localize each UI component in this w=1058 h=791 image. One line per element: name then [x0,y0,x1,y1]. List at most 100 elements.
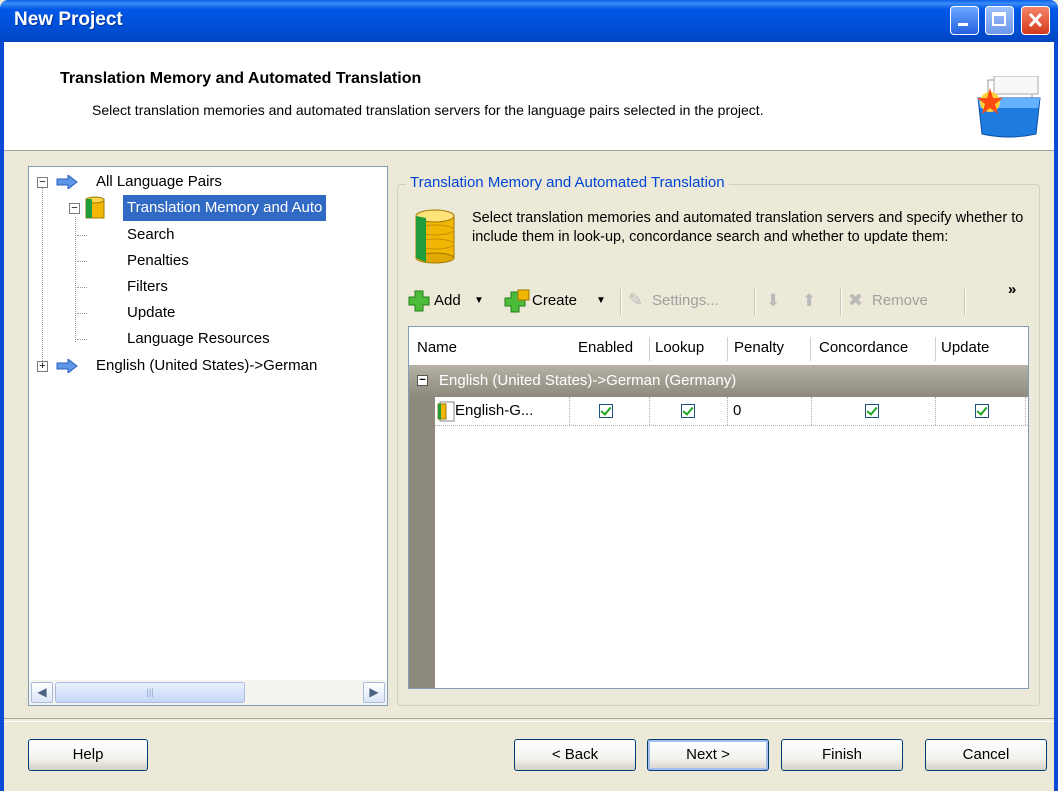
tree-connector [77,313,87,314]
footer-divider [4,718,1054,722]
grid-group-row[interactable]: − English (United States)->German (Germa… [409,365,1028,397]
minimize-icon [958,23,968,26]
cell-separator [649,397,650,425]
column-separator [935,337,936,361]
expand-icon[interactable]: + [37,361,48,372]
cell-penalty[interactable]: 0 [733,397,741,425]
create-button[interactable]: Create ▼ [504,285,616,317]
toolbar-separator [840,289,842,315]
page-title: Translation Memory and Automated Transla… [60,70,422,87]
back-button[interactable]: < Back [514,739,636,771]
cancel-button[interactable]: Cancel [925,739,1047,771]
groupbox-title: Translation Memory and Automated Transla… [406,174,729,191]
tree-item-label: Penalties [127,252,189,269]
group-label: English (United States)->German (Germany… [439,372,737,389]
arrow-right-icon [56,359,78,373]
window-border-left [0,42,4,791]
cell-separator [569,397,570,425]
wizard-header: Translation Memory and Automated Transla… [0,42,1058,151]
cell-separator [935,397,936,425]
tree-item-label: All Language Pairs [96,173,222,190]
arrow-up-icon: ⬆ [802,291,817,310]
window-border-right [1054,42,1058,791]
new-project-icon [977,76,1041,138]
create-label: Create [532,292,578,309]
tree-connector [77,339,87,340]
table-row[interactable]: English-G... 0 [435,397,1028,426]
toolbar-overflow-button[interactable]: » [1008,281,1016,298]
lookup-checkbox[interactable] [681,404,695,418]
tree-item-label: Filters [127,278,168,295]
column-header-update[interactable]: Update [941,335,989,361]
column-header-name[interactable]: Name [417,335,457,361]
new-project-window: New Project Translation Memory and Autom… [0,0,1058,791]
add-label: Add [434,292,461,309]
column-header-concordance[interactable]: Concordance [819,335,908,361]
column-separator [810,337,811,361]
title-bar[interactable]: New Project [0,0,1058,42]
settings-tree[interactable]: − All Language Pairs − Translation Memor… [28,166,388,706]
tree-connector [77,235,87,236]
tree-item-label: Update [127,304,176,321]
concordance-checkbox[interactable] [865,404,879,418]
tree-horizontal-scrollbar[interactable]: ◀ ||| ▶ [29,680,387,705]
add-icon [408,290,430,312]
toolbar-separator [964,289,966,315]
dropdown-arrow-icon: ▼ [474,295,484,306]
collapse-icon[interactable]: − [417,375,428,386]
column-separator [649,337,650,361]
window-title: New Project [14,9,123,30]
move-up-button[interactable]: ⬆ [802,285,822,317]
help-button[interactable]: Help [28,739,148,771]
column-separator [727,337,728,361]
move-down-button[interactable]: ⬇ [766,285,786,317]
dropdown-arrow-icon: ▼ [596,295,606,306]
finish-button[interactable]: Finish [781,739,903,771]
update-checkbox[interactable] [975,404,989,418]
collapse-icon[interactable]: − [37,177,48,188]
scroll-right-button[interactable]: ▶ [363,682,385,703]
close-button[interactable] [1021,6,1050,35]
tm-description: Select translation memories and automate… [472,210,1024,245]
database-icon [85,196,105,219]
scroll-thumb[interactable]: ||| [55,682,245,703]
tree-connector [75,217,76,342]
tm-grid[interactable]: Name Enabled Lookup Penalty Concordance … [408,326,1029,689]
create-icon [504,289,530,313]
toolbar-separator [620,289,622,315]
cell-separator [1025,397,1026,425]
remove-label: Remove [872,292,928,309]
minimize-button[interactable] [950,6,979,35]
collapse-icon[interactable]: − [69,203,80,214]
settings-label: Settings... [652,292,719,309]
add-button[interactable]: Add ▼ [408,285,494,317]
remove-button[interactable]: ✖ Remove [848,285,948,317]
tree-item-label: English (United States)->German [96,357,318,374]
cell-name: English-G... [455,402,534,419]
close-icon [1028,12,1043,28]
scroll-left-button[interactable]: ◀ [31,682,53,703]
column-header-penalty[interactable]: Penalty [734,335,784,361]
tm-toolbar: Add ▼ Create ▼ ✎ Settings... ⬇ ⬆ ✖ Remov… [408,285,1038,317]
arrow-down-icon: ⬇ [766,291,781,310]
remove-icon: ✖ [848,290,864,310]
settings-button[interactable]: ✎ Settings... [628,285,748,317]
page-subtitle: Select translation memories and automate… [92,102,764,118]
translation-memory-icon [415,209,455,264]
next-button[interactable]: Next > [647,739,769,771]
maximize-button[interactable] [985,6,1014,35]
cell-separator [727,397,728,425]
toolbar-separator [754,289,756,315]
tree-item-label: Translation Memory and Auto [123,195,327,221]
arrow-right-icon [56,175,78,189]
tree-item-label: Search [127,226,175,243]
tm-file-icon [437,401,455,422]
tree-connector [77,261,87,262]
enabled-checkbox[interactable] [599,404,613,418]
tree-item-label: Language Resources [127,330,270,347]
column-header-enabled[interactable]: Enabled [578,335,633,361]
tree-connector [42,187,43,367]
column-header-lookup[interactable]: Lookup [655,335,704,361]
settings-icon: ✎ [628,290,644,310]
cell-separator [811,397,812,425]
